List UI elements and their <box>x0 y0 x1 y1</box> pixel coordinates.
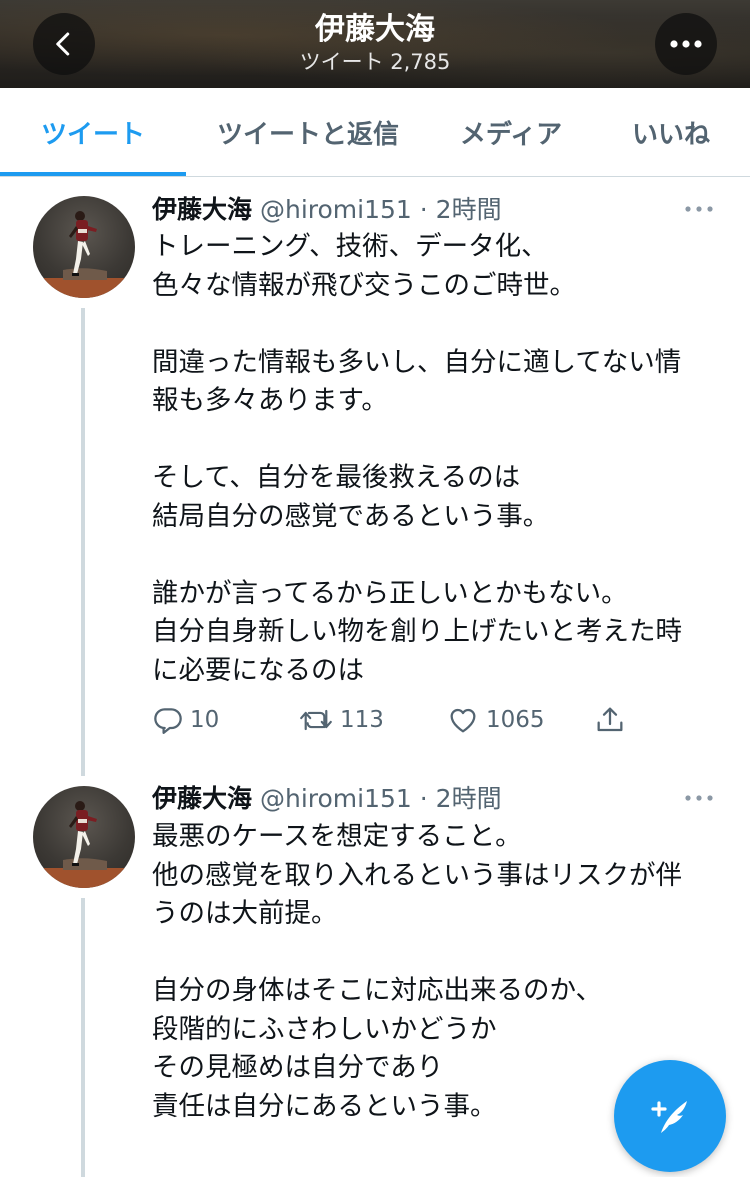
tab-tweets[interactable]: ツイート <box>0 88 186 176</box>
tweet-time[interactable]: 2時間 <box>436 784 502 813</box>
tweet-more-icon[interactable] <box>684 204 714 214</box>
retweet-count: 113 <box>340 707 384 733</box>
more-horizontal-icon <box>670 40 702 48</box>
author-name[interactable]: 伊藤大海 <box>152 784 252 813</box>
active-tab-indicator <box>0 172 186 176</box>
thread-connector <box>81 308 85 776</box>
profile-name: 伊藤大海 <box>315 12 435 47</box>
share-button[interactable] <box>594 704 626 736</box>
author-handle[interactable]: @hiromi151 <box>260 195 412 224</box>
thread-connector <box>81 898 85 1177</box>
tweet-count: ツイート 2,785 <box>299 50 451 74</box>
profile-header: 伊藤大海 ツイート 2,785 <box>0 0 750 88</box>
tweet-time[interactable]: 2時間 <box>436 195 502 224</box>
author-handle[interactable]: @hiromi151 <box>260 784 412 813</box>
tweet-text: トレーニング、技術、データ化、 色々な情報が飛び交うこのご時世。 間違った情報も… <box>152 231 682 686</box>
tweet-meta: 伊藤大海 @hiromi151 · 2時間 <box>152 782 502 816</box>
share-icon <box>597 707 623 732</box>
reply-button[interactable]: 10 <box>152 704 219 736</box>
retweet-button[interactable]: 113 <box>298 704 384 736</box>
tab-media[interactable]: メディア <box>440 88 582 176</box>
like-button[interactable]: 1065 <box>446 704 545 736</box>
meta-separator: · <box>419 784 428 813</box>
profile-tabs: ツイート ツイートと返信 メディア いいね <box>0 88 750 177</box>
tab-likes[interactable]: いいね <box>612 88 730 176</box>
avatar[interactable] <box>33 786 135 888</box>
compose-feather-icon <box>651 1101 687 1133</box>
pitcher-photo <box>33 801 135 888</box>
avatar[interactable] <box>33 196 135 298</box>
compose-tweet-button[interactable] <box>614 1060 726 1172</box>
pitcher-photo <box>33 211 135 298</box>
like-count: 1065 <box>486 707 545 733</box>
tweet-more-icon[interactable] <box>684 793 714 803</box>
author-name[interactable]: 伊藤大海 <box>152 195 252 224</box>
tab-tweets-and-replies[interactable]: ツイートと返信 <box>196 88 420 176</box>
reply-icon <box>154 708 182 734</box>
reply-count: 10 <box>190 707 220 733</box>
heart-icon <box>450 708 476 733</box>
more-button[interactable] <box>655 13 717 75</box>
meta-separator: · <box>419 195 428 224</box>
tweet-actions: 10 113 1065 <box>152 704 632 744</box>
tweet-meta: 伊藤大海 @hiromi151 · 2時間 <box>152 193 502 227</box>
retweet-icon <box>300 709 332 731</box>
